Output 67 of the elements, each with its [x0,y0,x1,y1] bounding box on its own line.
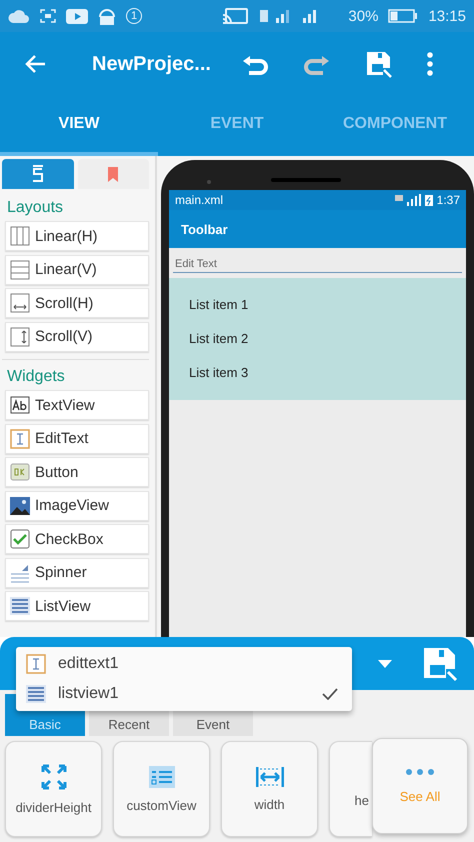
section-heading: Widgets [6,367,66,387]
dropdown-caret-icon[interactable] [378,660,392,668]
list-item: List item 1 [188,296,250,314]
widget-s-icon [32,165,44,183]
cloud-icon [8,9,30,23]
property-label: dividerHeight [16,800,92,814]
list-form-icon [148,766,174,788]
columns-icon [10,226,30,246]
vertical-arrows-icon [10,326,30,346]
lte-signal-icon [394,194,421,206]
battery-percent: 30% [348,8,378,24]
see-all-label: See All [400,788,440,804]
screenshot-icon [40,9,56,23]
menu-item[interactable]: edittext1 [16,649,352,679]
palette-item[interactable]: TextView [5,390,149,420]
list-lines-icon [26,685,46,703]
palette-item[interactable]: ListView [5,591,149,621]
palette-item[interactable]: Linear(V) [5,254,149,284]
landscape-image-icon [10,496,30,514]
save-search-icon[interactable] [364,50,393,78]
rows-icon [10,260,30,280]
text-cursor-icon [26,654,46,674]
property-label: width [254,796,285,812]
palette-tab[interactable] [78,159,149,189]
palette-item[interactable]: Scroll(H) [5,288,149,318]
notification-count: 1 [126,8,142,24]
clock-time: 13:15 [428,8,466,24]
width-arrows-icon [256,766,284,786]
palette-item[interactable]: ImageView [5,490,149,520]
more-options-icon[interactable] [426,52,433,76]
palette-item[interactable]: Linear(H) [5,221,149,251]
cast-icon [222,8,248,24]
file-name: main.xml [175,193,224,207]
expand-arrows-icon [40,764,66,790]
text-cursor-icon [10,428,30,448]
toolbar-title: Toolbar [169,210,466,248]
edit-text-field[interactable]: Edit Text [173,256,462,273]
clock-time: 1:37 [436,193,460,207]
property-label: customView [126,798,196,812]
palette-tab[interactable] [2,159,74,189]
battery-icon [388,9,418,23]
battery-charging-icon [424,194,433,206]
checkbox-icon [10,529,30,549]
list-lines-icon [10,597,30,615]
palette-item[interactable]: Spinner [5,558,149,588]
list-item: List item 2 [188,330,250,348]
save-search-icon[interactable] [422,646,458,682]
horizontal-arrows-icon [10,293,30,313]
dots-icon [406,768,434,774]
text-ab-icon [10,396,30,414]
property-card[interactable]: dividerHeight [5,741,102,837]
project-title: NewProjec... [92,52,211,76]
property-label: he [354,792,369,808]
property-card[interactable]: he [329,741,372,837]
section-heading: Layouts [6,198,64,218]
ok-button-icon [10,463,30,481]
palette-item[interactable]: Button [5,457,149,487]
video-play-icon [66,8,88,24]
list-item: List item 3 [188,364,250,382]
back-arrow-icon[interactable] [24,54,46,74]
bookmark-icon [108,166,118,182]
spinner-icon [10,562,30,582]
property-card[interactable]: width [221,741,318,837]
palette-item[interactable]: Scroll(V) [5,322,149,352]
palette-item[interactable]: CheckBox [5,524,149,554]
palette-item[interactable]: EditText [5,424,149,454]
property-card[interactable]: customView [113,741,210,837]
